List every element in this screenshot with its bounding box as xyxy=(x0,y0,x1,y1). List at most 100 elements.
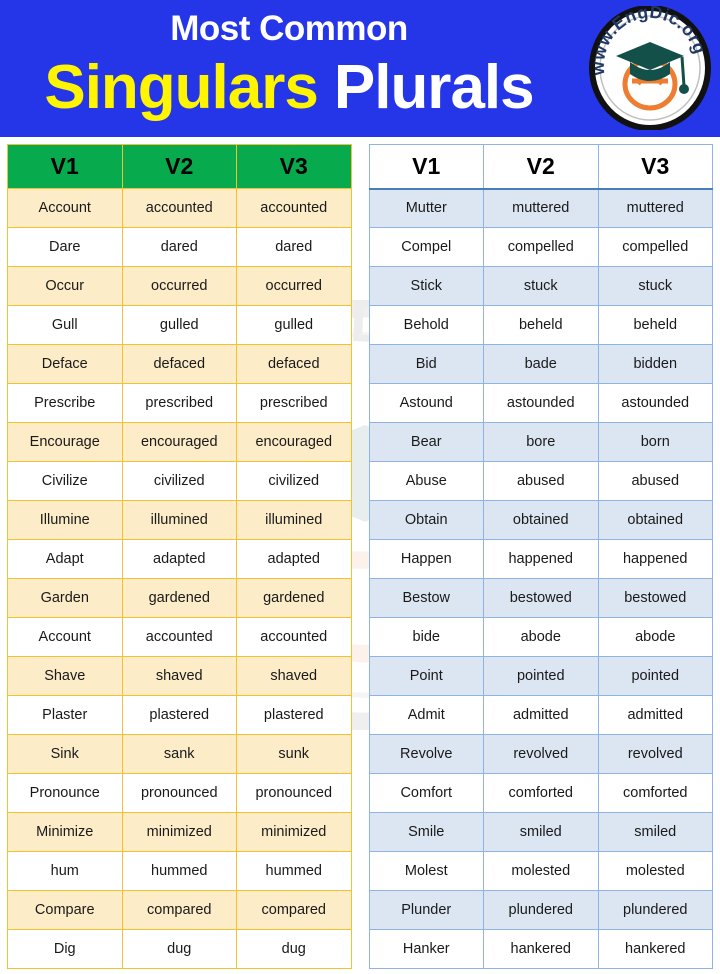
right-col-header-v2: V2 xyxy=(483,144,599,190)
right-cell-v1: Bid xyxy=(368,344,484,384)
table-row: Comfort comforted comforted xyxy=(368,773,713,813)
table-row: Bestow bestowed bestowed xyxy=(368,578,713,618)
left-cell-v2: gulled xyxy=(121,305,237,345)
right-cell-v3: hankered xyxy=(597,929,713,969)
table-row: Encourage encouraged encouraged xyxy=(7,422,352,462)
right-cell-v3: abode xyxy=(597,617,713,657)
right-cell-v2: comforted xyxy=(483,773,599,813)
right-table-body: Mutter muttered muttered Compel compelled com… xyxy=(368,188,713,969)
right-cell-v3: astounded xyxy=(597,383,713,423)
table-row: Occur occurred occurred xyxy=(7,266,352,306)
right-cell-v1: Mutter xyxy=(368,188,484,228)
table-row: Account accounted accounted xyxy=(7,617,352,657)
left-cell-v1: Dare xyxy=(7,227,123,267)
right-cell-v2: astounded xyxy=(483,383,599,423)
right-cell-v1: Obtain xyxy=(368,500,484,540)
right-cell-v2: molested xyxy=(483,851,599,891)
table-row: Molest molested molested xyxy=(368,851,713,891)
table-row: bide abode abode xyxy=(368,617,713,657)
right-cell-v2: compelled xyxy=(483,227,599,267)
left-cell-v2: compared xyxy=(121,890,237,930)
right-cell-v3: beheld xyxy=(597,305,713,345)
left-cell-v1: Deface xyxy=(7,344,123,384)
right-cell-v1: Behold xyxy=(368,305,484,345)
left-cell-v3: accounted xyxy=(236,188,352,228)
left-cell-v3: gulled xyxy=(236,305,352,345)
left-cell-v3: occurred xyxy=(236,266,352,306)
right-cell-v2: abode xyxy=(483,617,599,657)
title-word-plurals: Plurals xyxy=(333,53,535,122)
right-cell-v3: stuck xyxy=(597,266,713,306)
left-cell-v2: encouraged xyxy=(121,422,237,462)
title-word-singulars: Singulars xyxy=(44,53,319,122)
left-col-header-v2: V2 xyxy=(121,144,237,189)
left-cell-v3: defaced xyxy=(236,344,352,384)
right-col-header-v1: V1 xyxy=(368,144,484,190)
left-cell-v3: prescribed xyxy=(236,383,352,423)
table-row: Dig dug dug xyxy=(7,929,352,969)
table-row: Minimize minimized minimized xyxy=(7,812,352,852)
table-row: Happen happened happened xyxy=(368,539,713,579)
left-cell-v3: dared xyxy=(236,227,352,267)
left-cell-v2: civilized xyxy=(121,461,237,501)
left-cell-v1: Prescribe xyxy=(7,383,123,423)
left-cell-v2: accounted xyxy=(121,188,237,228)
right-cell-v1: Hanker xyxy=(368,929,484,969)
left-cell-v2: minimized xyxy=(121,812,237,852)
header-banner: Most Common Singulars Plurals www.EngDic.… xyxy=(0,0,720,137)
right-cell-v3: smiled xyxy=(597,812,713,852)
main-title: Singulars Plurals xyxy=(0,52,578,137)
left-cell-v2: dared xyxy=(121,227,237,267)
table-row: Deface defaced defaced xyxy=(7,344,352,384)
left-cell-v1: Account xyxy=(7,188,123,228)
left-cell-v3: accounted xyxy=(236,617,352,657)
right-table-head: V1 V2 V3 xyxy=(368,144,713,190)
verb-forms-table-right: V1 V2 V3 Mutter muttered muttered Compel com… xyxy=(368,144,714,969)
table-row: Adapt adapted adapted xyxy=(7,539,352,579)
right-cell-v3: bidden xyxy=(597,344,713,384)
left-cell-v1: Pronounce xyxy=(7,773,123,813)
engdic-logo[interactable]: www.EngDic.org xyxy=(588,6,712,130)
table-row: Compare compared compared xyxy=(7,890,352,930)
table-row: Prescribe prescribed prescribed xyxy=(7,383,352,423)
left-cell-v2: pronounced xyxy=(121,773,237,813)
left-cell-v2: sank xyxy=(121,734,237,774)
table-row: Astound astounded astounded xyxy=(368,383,713,423)
left-cell-v3: illumined xyxy=(236,500,352,540)
left-cell-v2: accounted xyxy=(121,617,237,657)
left-table-wrapper: V1 V2 V3 Account accounted accounted Dare da… xyxy=(7,144,352,969)
right-header-row: V1 V2 V3 xyxy=(368,144,713,190)
left-cell-v3: dug xyxy=(236,929,352,969)
table-row: Account accounted accounted xyxy=(7,188,352,228)
left-cell-v1: hum xyxy=(7,851,123,891)
table-row: Obtain obtained obtained xyxy=(368,500,713,540)
right-cell-v2: hankered xyxy=(483,929,599,969)
right-cell-v3: born xyxy=(597,422,713,462)
left-cell-v3: adapted xyxy=(236,539,352,579)
right-cell-v2: beheld xyxy=(483,305,599,345)
left-cell-v1: Garden xyxy=(7,578,123,618)
tables-container: V1 V2 V3 Account accounted accounted Dare da… xyxy=(0,137,720,974)
right-cell-v1: Bestow xyxy=(368,578,484,618)
right-cell-v2: pointed xyxy=(483,656,599,696)
right-cell-v2: bestowed xyxy=(483,578,599,618)
right-cell-v1: Astound xyxy=(368,383,484,423)
right-cell-v2: smiled xyxy=(483,812,599,852)
right-cell-v3: bestowed xyxy=(597,578,713,618)
right-table-wrapper: V1 V2 V3 Mutter muttered muttered Compel com… xyxy=(368,144,714,969)
subtitle-most-common: Most Common xyxy=(170,9,408,48)
right-cell-v2: bore xyxy=(483,422,599,462)
table-row: Bid bade bidden xyxy=(368,344,713,384)
table-row: Civilize civilized civilized xyxy=(7,461,352,501)
right-col-header-v3: V3 xyxy=(597,144,713,190)
table-row: Plunder plundered plundered xyxy=(368,890,713,930)
verb-forms-table-left: V1 V2 V3 Account accounted accounted Dare da… xyxy=(7,144,352,969)
left-cell-v2: prescribed xyxy=(121,383,237,423)
right-cell-v3: obtained xyxy=(597,500,713,540)
left-cell-v2: dug xyxy=(121,929,237,969)
table-row: Mutter muttered muttered xyxy=(368,188,713,228)
left-cell-v2: plastered xyxy=(121,695,237,735)
left-cell-v3: pronounced xyxy=(236,773,352,813)
left-cell-v3: minimized xyxy=(236,812,352,852)
left-cell-v1: Adapt xyxy=(7,539,123,579)
